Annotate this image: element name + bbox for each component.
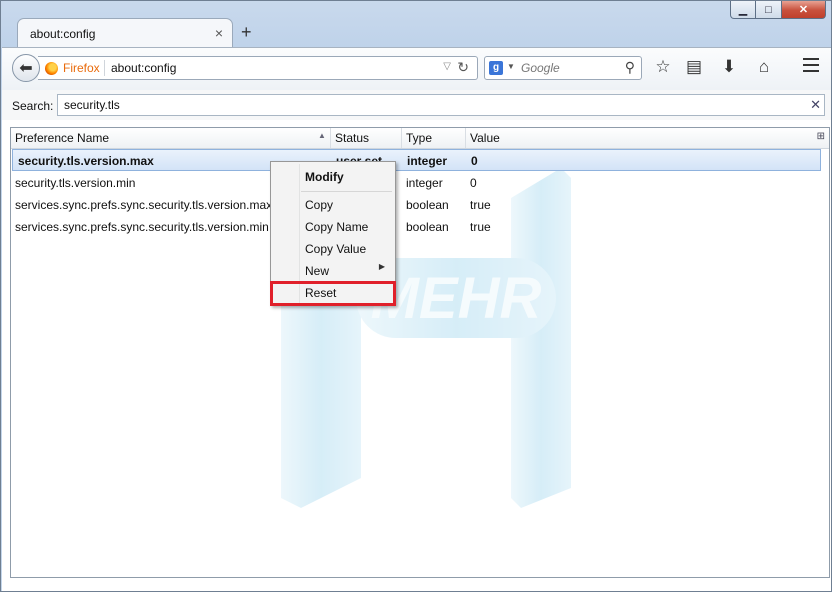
menu-item-new[interactable]: New — [305, 261, 329, 281]
back-arrow-icon: ⬅ — [19, 60, 33, 77]
url-bar[interactable]: Firefox about:config ▽ ↻ — [38, 56, 478, 80]
pref-name-cell: security.tls.version.max — [18, 154, 154, 168]
search-placeholder: Google — [521, 61, 560, 75]
column-header-type[interactable]: Type — [402, 128, 466, 148]
about-config-page: Search: security.tls ✕ MEHR Preference N… — [2, 90, 831, 591]
table-row[interactable]: security.tls.version.max user set intege… — [12, 149, 821, 171]
pref-value-cell: true — [470, 220, 491, 234]
navigation-toolbar: Firefox about:config ▽ ↻ ⬅ g ▼ Google ⚲ … — [2, 47, 831, 91]
table-row[interactable]: services.sync.prefs.sync.security.tls.ve… — [11, 194, 829, 216]
new-tab-button[interactable]: + — [241, 22, 252, 43]
pref-name-cell: services.sync.prefs.sync.security.tls.ve… — [15, 220, 269, 234]
menu-item-copy-value[interactable]: Copy Value — [305, 239, 366, 259]
url-history-dropdown-icon[interactable]: ▽ — [443, 61, 451, 72]
pref-type-cell: boolean — [406, 198, 449, 212]
pref-value-cell: 0 — [470, 176, 477, 190]
search-bar[interactable]: g ▼ Google ⚲ — [484, 56, 642, 80]
pref-name-cell: services.sync.prefs.sync.security.tls.ve… — [15, 198, 273, 212]
pref-name-cell: security.tls.version.min — [15, 176, 136, 190]
menu-item-copy-name[interactable]: Copy Name — [305, 217, 368, 237]
url-text[interactable]: about:config — [111, 61, 176, 75]
column-header-value[interactable]: Value — [466, 128, 806, 148]
menu-separator — [301, 191, 392, 192]
window-caption-buttons: ▁ □ ✕ — [730, 1, 826, 19]
submenu-arrow-icon: ▶ — [378, 262, 385, 271]
tab-about-config[interactable]: about:config × — [17, 18, 233, 48]
tab-title: about:config — [30, 27, 96, 41]
table-header: Preference Name ▲ Status Type Value ⊞ — [11, 128, 829, 149]
identity-label: Firefox — [63, 61, 100, 75]
identity-box[interactable]: Firefox — [45, 61, 100, 75]
hamburger-menu-icon[interactable] — [803, 58, 819, 76]
config-search-input[interactable]: security.tls — [57, 94, 825, 116]
watermark-text: MEHR — [371, 266, 542, 331]
firefox-logo-icon — [45, 61, 58, 75]
column-picker-icon[interactable]: ⊞ — [817, 131, 825, 142]
bookmarks-menu-icon[interactable]: ▤ — [683, 57, 705, 77]
downloads-icon[interactable]: ⬇ — [718, 57, 740, 77]
column-header-status[interactable]: Status — [331, 128, 402, 148]
close-window-button[interactable]: ✕ — [782, 1, 826, 19]
preferences-table: MEHR Preference Name ▲ Status Type Value… — [10, 127, 830, 578]
reset-highlight-box — [270, 281, 396, 306]
pref-type-cell: integer — [407, 154, 448, 168]
bookmark-star-icon[interactable]: ☆ — [652, 57, 674, 77]
home-icon[interactable]: ⌂ — [753, 57, 775, 77]
pref-type-cell: integer — [406, 176, 443, 190]
minimize-button[interactable]: ▁ — [730, 1, 756, 19]
column-header-name[interactable]: Preference Name — [11, 128, 331, 148]
browser-window: ▁ □ ✕ about:config × + Firefox about:con… — [0, 0, 832, 592]
pref-type-cell: boolean — [406, 220, 449, 234]
clear-search-icon[interactable]: ✕ — [810, 97, 821, 113]
reload-icon[interactable]: ↻ — [457, 59, 469, 76]
menu-item-copy[interactable]: Copy — [305, 195, 333, 215]
identity-separator — [104, 60, 105, 76]
tab-close-icon[interactable]: × — [215, 25, 223, 41]
pref-value-cell: 0 — [471, 154, 478, 168]
sort-ascending-icon: ▲ — [318, 131, 326, 140]
menu-item-modify[interactable]: Modify — [305, 167, 344, 187]
config-search-row: Search: security.tls ✕ — [2, 90, 831, 120]
search-label: Search: — [12, 99, 54, 113]
maximize-button[interactable]: □ — [756, 1, 782, 19]
table-row[interactable]: security.tls.version.min default integer… — [11, 172, 829, 194]
back-button[interactable]: ⬅ — [12, 54, 40, 82]
search-magnifier-icon[interactable]: ⚲ — [625, 59, 635, 76]
table-row[interactable]: services.sync.prefs.sync.security.tls.ve… — [11, 216, 829, 238]
pref-value-cell: true — [470, 198, 491, 212]
google-engine-icon[interactable]: g — [489, 61, 503, 75]
engine-dropdown-icon[interactable]: ▼ — [507, 62, 515, 71]
